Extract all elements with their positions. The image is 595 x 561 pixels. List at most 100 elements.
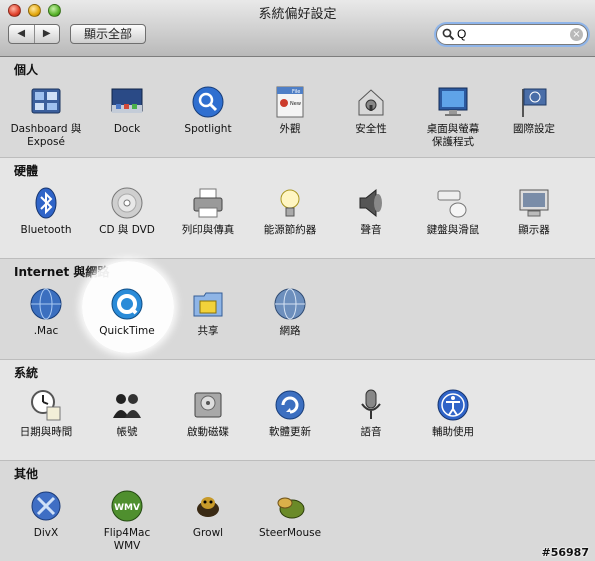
printer-icon: [193, 188, 223, 218]
pref-growl[interactable]: Growl: [167, 489, 249, 540]
pref-displays[interactable]: 顯示器: [493, 186, 575, 237]
watermark: #56987: [541, 546, 590, 559]
search-icon: [442, 28, 455, 41]
forward-button[interactable]: ▶: [35, 25, 60, 43]
network-icon: [274, 288, 306, 320]
pref-label: 語音: [360, 426, 382, 438]
pref-label: 日期與時間: [19, 426, 73, 438]
date-time-icon: [31, 390, 61, 421]
pref-label: 輔助使用: [432, 426, 474, 438]
section-other: 其他 DivX WMV Flip4Mac WMV Growl SteerMous…: [0, 461, 595, 561]
pref-quicktime[interactable]: QuickTime: [86, 287, 168, 338]
pref-label: 共享: [197, 325, 219, 337]
pref-universal-access[interactable]: 輔助使用: [412, 388, 494, 439]
titlebar: 系統偏好設定 ◀ ▶ 顯示全部 ×: [0, 0, 595, 57]
pref-label: 能源節約器: [263, 224, 317, 236]
pref-label: Dashboard 與 Exposé: [10, 123, 82, 148]
pref-label: 帳號: [116, 426, 138, 438]
spotlight-icon: [192, 86, 224, 118]
pref-speech[interactable]: 語音: [330, 388, 412, 439]
pref-label: SteerMouse: [258, 527, 322, 539]
section-title: 個人: [14, 63, 39, 77]
pref-accounts[interactable]: 帳號: [86, 388, 168, 439]
back-button[interactable]: ◀: [9, 25, 35, 43]
divx-icon: [31, 491, 61, 521]
quicktime-icon: [111, 288, 143, 320]
pref-security[interactable]: 安全性: [330, 85, 412, 136]
dotmac-icon: [30, 288, 62, 320]
pref-spotlight[interactable]: Spotlight: [167, 85, 249, 136]
pref-appearance[interactable]: File New 外觀: [249, 85, 331, 136]
pref-bluetooth[interactable]: Bluetooth: [5, 186, 87, 237]
pref-network[interactable]: 網路: [249, 287, 331, 338]
section-title: 硬體: [14, 164, 39, 178]
accounts-icon: [113, 394, 141, 418]
svg-text:New: New: [290, 101, 301, 107]
pref-label: Flip4Mac WMV: [103, 527, 151, 552]
growl-icon: [197, 497, 219, 517]
search-field[interactable]: ×: [436, 24, 588, 45]
pref-dotmac[interactable]: .Mac: [5, 287, 87, 338]
desktop-screensaver-icon: [438, 87, 468, 116]
startup-disk-icon: [194, 392, 222, 418]
pref-software-update[interactable]: 軟體更新: [249, 388, 331, 439]
pref-label: 啟動磁碟: [187, 426, 229, 438]
svg-text:File: File: [292, 89, 300, 95]
pref-keyboard-mouse[interactable]: 鍵盤與滑鼠: [412, 186, 494, 237]
pref-label: .Mac: [33, 325, 59, 337]
pref-divx[interactable]: DivX: [5, 489, 87, 540]
section-hardware: 硬體 Bluetooth CD 與 DVD 列印與傳真 能源節約器 聲音 鍵盤與…: [0, 158, 595, 259]
pref-sharing[interactable]: 共享: [167, 287, 249, 338]
pref-label: CD 與 DVD: [99, 224, 155, 236]
pref-label: 軟體更新: [269, 426, 311, 438]
sharing-icon: [193, 292, 223, 317]
appearance-icon: File New: [276, 86, 304, 118]
software-update-icon: [275, 390, 305, 420]
pref-flip4mac-wmv[interactable]: WMV Flip4Mac WMV: [86, 489, 168, 553]
window-title: 系統偏好設定: [258, 7, 337, 22]
displays-icon: [519, 189, 549, 217]
pref-label: Spotlight: [184, 123, 232, 135]
section-personal: 個人 Dashboard 與 Exposé Dock Spotlight Fil…: [0, 57, 595, 158]
bluetooth-icon: [35, 187, 57, 219]
universal-access-icon: [437, 389, 469, 421]
clear-search-icon[interactable]: ×: [570, 28, 583, 41]
pref-label: 列印與傳真: [181, 224, 235, 236]
pref-label: 桌面與螢幕 保護程式: [426, 123, 480, 148]
pref-desktop-screensaver[interactable]: 桌面與螢幕 保護程式: [412, 85, 494, 149]
pref-label: 鍵盤與滑鼠: [426, 224, 480, 236]
pref-international[interactable]: 國際設定: [493, 85, 575, 136]
show-all-button[interactable]: 顯示全部: [70, 24, 146, 44]
pref-label: 顯示器: [518, 224, 550, 236]
pref-dashboard-expose[interactable]: Dashboard 與 Exposé: [5, 85, 87, 149]
system-preferences-window: 系統偏好設定 ◀ ▶ 顯示全部 × 個人 Dashboard 與 Exposé …: [0, 0, 595, 561]
sound-icon: [359, 188, 382, 218]
search-input[interactable]: [457, 26, 565, 42]
section-system: 系統 日期與時間 帳號 啟動磁碟 軟體更新 語音 輔助使用: [0, 360, 595, 461]
pref-label: QuickTime: [99, 325, 155, 337]
steermouse-icon: [277, 497, 305, 519]
pref-label: Growl: [192, 527, 224, 539]
pref-label: 安全性: [355, 123, 387, 135]
dashboard-expose-icon: [31, 88, 61, 114]
cd-dvd-icon: [111, 187, 143, 219]
section-internet-network: Internet 與網路 .Mac QuickTime 共享 網路: [0, 259, 595, 360]
pref-date-time[interactable]: 日期與時間: [5, 388, 87, 439]
pref-steermouse[interactable]: SteerMouse: [249, 489, 331, 540]
pref-startup-disk[interactable]: 啟動磁碟: [167, 388, 249, 439]
pref-label: Dock: [113, 123, 141, 135]
energy-saver-icon: [280, 189, 300, 217]
pref-cd-dvd[interactable]: CD 與 DVD: [86, 186, 168, 237]
pref-sound[interactable]: 聲音: [330, 186, 412, 237]
security-icon: [358, 89, 384, 116]
section-title: 系統: [14, 366, 39, 380]
pref-label: Bluetooth: [20, 224, 72, 236]
pref-energy-saver[interactable]: 能源節約器: [249, 186, 331, 237]
flip4mac-wmv-icon: WMV: [111, 490, 143, 522]
pref-label: 國際設定: [513, 123, 555, 135]
speech-icon: [361, 389, 381, 419]
pref-label: 網路: [279, 325, 301, 337]
pref-print-fax[interactable]: 列印與傳真: [167, 186, 249, 237]
dock-icon: [111, 88, 143, 113]
pref-dock[interactable]: Dock: [86, 85, 168, 136]
